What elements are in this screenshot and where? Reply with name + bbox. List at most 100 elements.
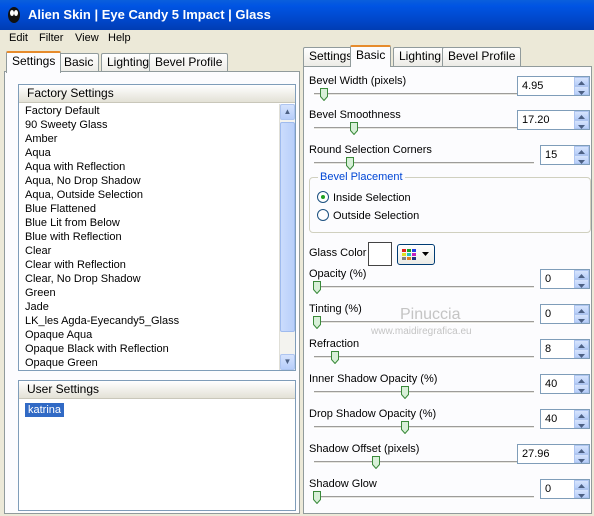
tab-bevel-profile[interactable]: Bevel Profile (442, 47, 522, 66)
spin-down-button[interactable] (574, 349, 589, 358)
factory-settings-item[interactable]: Blue Lit from Below (25, 217, 120, 229)
spin-down-button[interactable] (574, 279, 589, 288)
round-selection-corners-spinbox[interactable]: 15 (540, 145, 590, 165)
bevel-smoothness-spinbox[interactable]: 17.20 (517, 110, 590, 130)
tab-basic[interactable]: Basic (350, 45, 392, 67)
factory-settings-item[interactable]: Aqua, Outside Selection (25, 189, 143, 201)
factory-settings-item[interactable]: 90 Sweety Glass (25, 119, 108, 131)
drop-shadow-opacity-spinbox[interactable]: 40 (540, 409, 590, 429)
inner-shadow-opacity-slider-thumb[interactable] (401, 386, 409, 399)
refraction-spinbox[interactable]: 8 (540, 339, 590, 359)
glass-color-swatch[interactable] (368, 242, 392, 266)
shadow-offset-slider-track[interactable] (314, 461, 534, 464)
opacity-slider-thumb[interactable] (313, 281, 321, 294)
refraction-value[interactable]: 8 (545, 343, 551, 355)
tinting-slider-thumb[interactable] (313, 316, 321, 329)
factory-settings-item[interactable]: Blue Flattened (25, 203, 96, 215)
opacity-spinbox[interactable]: 0 (540, 269, 590, 289)
shadow-offset-spinbox[interactable]: 27.96 (517, 444, 590, 464)
menu-filter[interactable]: Filter (39, 32, 63, 44)
round-selection-corners-value[interactable]: 15 (545, 149, 557, 161)
spin-up-button[interactable] (574, 445, 589, 454)
shadow-offset-slider-thumb[interactable] (372, 456, 381, 469)
menu-help[interactable]: Help (108, 32, 131, 44)
spin-up-button[interactable] (574, 270, 589, 279)
user-settings-list[interactable]: User Settings katrina (18, 380, 296, 511)
opacity-slider-track[interactable] (314, 286, 534, 289)
radio-outside-selection[interactable]: Outside Selection (317, 209, 419, 222)
factory-settings-item[interactable]: Opaque Green (25, 357, 98, 369)
tab-lighting[interactable]: Lighting (393, 47, 448, 66)
inner-shadow-opacity-value[interactable]: 40 (545, 378, 557, 390)
spin-down-button[interactable] (574, 454, 589, 463)
spin-up-button[interactable] (574, 340, 589, 349)
shadow-glow-slider-thumb[interactable] (313, 491, 321, 504)
spin-down-button[interactable] (574, 419, 589, 428)
drop-shadow-opacity-value[interactable]: 40 (545, 413, 557, 425)
radio-button-unchecked[interactable] (317, 209, 329, 221)
spin-down-button[interactable] (574, 314, 589, 323)
refraction-slider-thumb[interactable] (330, 351, 339, 364)
spin-up-button[interactable] (574, 146, 589, 155)
spin-up-button[interactable] (574, 77, 589, 86)
tab-bevel-profile[interactable]: Bevel Profile (149, 53, 229, 72)
shadow-glow-spinbox[interactable]: 0 (540, 479, 590, 499)
factory-settings-item[interactable]: Opaque Black with Reflection (25, 343, 169, 355)
spin-up-button[interactable] (574, 305, 589, 314)
factory-settings-item[interactable]: Aqua with Reflection (25, 161, 125, 173)
shadow-glow-value[interactable]: 0 (545, 483, 551, 495)
factory-settings-item[interactable]: Clear with Reflection (25, 259, 126, 271)
factory-settings-item[interactable]: Amber (25, 133, 57, 145)
opacity-value[interactable]: 0 (545, 273, 551, 285)
bevel-smoothness-slider-track[interactable] (314, 127, 534, 130)
bevel-width-slider-thumb[interactable] (319, 88, 328, 101)
spin-down-button[interactable] (574, 384, 589, 393)
radio-button-checked[interactable] (317, 191, 329, 203)
factory-settings-list[interactable]: Factory Settings Factory Default 90 Sweet… (18, 84, 296, 371)
round-selection-corners-slider-thumb[interactable] (346, 157, 354, 170)
drop-shadow-opacity-slider-thumb[interactable] (401, 421, 409, 434)
spin-down-button[interactable] (574, 489, 589, 498)
inner-shadow-opacity-slider-track[interactable] (314, 391, 534, 394)
factory-settings-item[interactable]: Jade (25, 301, 49, 313)
user-setting-item-selected[interactable]: katrina (25, 403, 65, 417)
tab-basic[interactable]: Basic (58, 53, 100, 72)
factory-settings-item[interactable]: Factory Default (25, 105, 100, 117)
bevel-width-spinbox[interactable]: 4.95 (517, 76, 590, 96)
shadow-glow-slider-track[interactable] (314, 496, 534, 499)
scroll-down-button[interactable]: ▼ (280, 354, 295, 370)
factory-settings-item[interactable]: Aqua, No Drop Shadow (25, 175, 141, 187)
spin-up-button[interactable] (574, 410, 589, 419)
tinting-spinbox[interactable]: 0 (540, 304, 590, 324)
spin-up-button[interactable] (574, 480, 589, 489)
bevel-smoothness-value[interactable]: 17.20 (522, 114, 550, 126)
factory-settings-item[interactable]: Clear (25, 245, 51, 257)
bevel-width-slider-track[interactable] (314, 93, 534, 96)
tinting-value[interactable]: 0 (545, 308, 551, 320)
factory-settings-item[interactable]: Opaque Aqua (25, 329, 92, 341)
spin-down-button[interactable] (574, 120, 589, 129)
inner-shadow-opacity-spinbox[interactable]: 40 (540, 374, 590, 394)
drop-shadow-opacity-slider-track[interactable] (314, 426, 534, 429)
tinting-slider-track[interactable] (314, 321, 534, 324)
factory-settings-item[interactable]: Clear, No Drop Shadow (25, 273, 141, 285)
menu-view[interactable]: View (75, 32, 99, 44)
factory-settings-item[interactable]: LK_les Agda-Eyecandy5_Glass (25, 315, 179, 327)
color-picker-button[interactable] (397, 244, 435, 265)
shadow-offset-value[interactable]: 27.96 (522, 448, 550, 460)
factory-settings-item[interactable]: Blue with Reflection (25, 231, 122, 243)
spin-up-button[interactable] (574, 375, 589, 384)
spin-down-button[interactable] (574, 155, 589, 164)
scroll-thumb[interactable] (280, 122, 295, 332)
factory-scrollbar[interactable]: ▲ ▼ (279, 104, 295, 370)
scroll-up-button[interactable]: ▲ (280, 104, 295, 120)
factory-settings-item[interactable]: Green (25, 287, 56, 299)
refraction-slider-track[interactable] (314, 356, 534, 359)
radio-inside-selection[interactable]: Inside Selection (317, 191, 411, 204)
bevel-smoothness-slider-thumb[interactable] (350, 122, 359, 135)
spin-down-button[interactable] (574, 86, 589, 95)
factory-settings-item[interactable]: Aqua (25, 147, 51, 159)
menu-edit[interactable]: Edit (9, 32, 28, 44)
tab-lighting[interactable]: Lighting (101, 53, 156, 72)
spin-up-button[interactable] (574, 111, 589, 120)
